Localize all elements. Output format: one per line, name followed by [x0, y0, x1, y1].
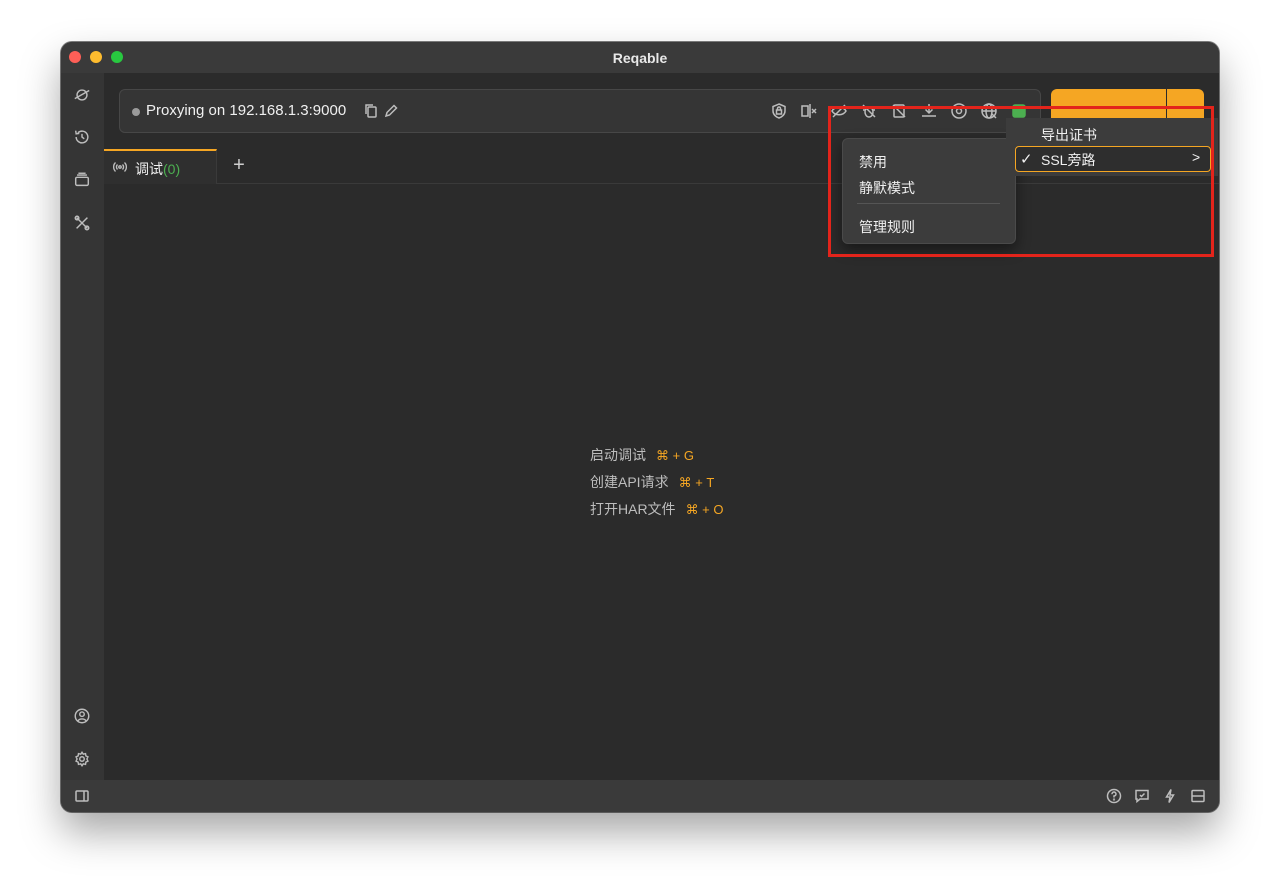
- hint-open-har-file[interactable]: 打开HAR文件 ⌘ + O: [590, 499, 724, 526]
- shortcut-label: ⌘ + G: [656, 448, 694, 463]
- planet-icon[interactable]: [72, 85, 92, 105]
- tab-label: 调试(0): [135, 161, 181, 177]
- hint-start-debug[interactable]: 启动调试 ⌘ + G: [590, 445, 724, 472]
- shortcut-label: ⌘ + O: [685, 502, 724, 517]
- zoom-window-button[interactable]: [111, 51, 123, 63]
- split-icon[interactable]: [800, 102, 818, 120]
- tab-debug[interactable]: 调试(0): [104, 149, 217, 184]
- flash-icon[interactable]: [1162, 788, 1178, 804]
- help-icon[interactable]: [1106, 788, 1122, 804]
- empty-state-hints: 启动调试 ⌘ + G 创建API请求 ⌘ + T 打开HAR文件 ⌘ + O: [590, 445, 724, 526]
- layers-icon[interactable]: [72, 170, 92, 190]
- edit-icon[interactable]: [382, 102, 400, 120]
- history-icon[interactable]: [72, 127, 92, 147]
- annotation-highlight: [828, 106, 1214, 257]
- proxy-status-dot: [132, 108, 140, 116]
- bottom-bar: [61, 780, 1219, 812]
- feedback-icon[interactable]: [1134, 788, 1150, 804]
- copy-icon[interactable]: [362, 102, 380, 120]
- broadcast-icon: [112, 160, 128, 174]
- sidebar: [61, 73, 104, 780]
- window-title: Reqable: [612, 49, 668, 66]
- add-tab-button[interactable]: +: [228, 154, 250, 177]
- hint-create-api-request[interactable]: 创建API请求 ⌘ + T: [590, 472, 724, 499]
- settings-icon[interactable]: [72, 749, 92, 769]
- tab-count: (0): [163, 161, 181, 177]
- close-window-button[interactable]: [69, 51, 81, 63]
- ssl-shield-icon[interactable]: [770, 102, 788, 120]
- title-bar: Reqable: [61, 42, 1219, 73]
- minimize-window-button[interactable]: [90, 51, 102, 63]
- proxy-status-text: Proxying on 192.168.1.3:9000: [146, 102, 347, 119]
- shortcut-label: ⌘ + T: [678, 475, 715, 490]
- account-icon[interactable]: [72, 706, 92, 726]
- layout-icon[interactable]: [1190, 788, 1206, 804]
- tools-icon[interactable]: [72, 213, 92, 233]
- toggle-sidebar-icon[interactable]: [74, 788, 90, 804]
